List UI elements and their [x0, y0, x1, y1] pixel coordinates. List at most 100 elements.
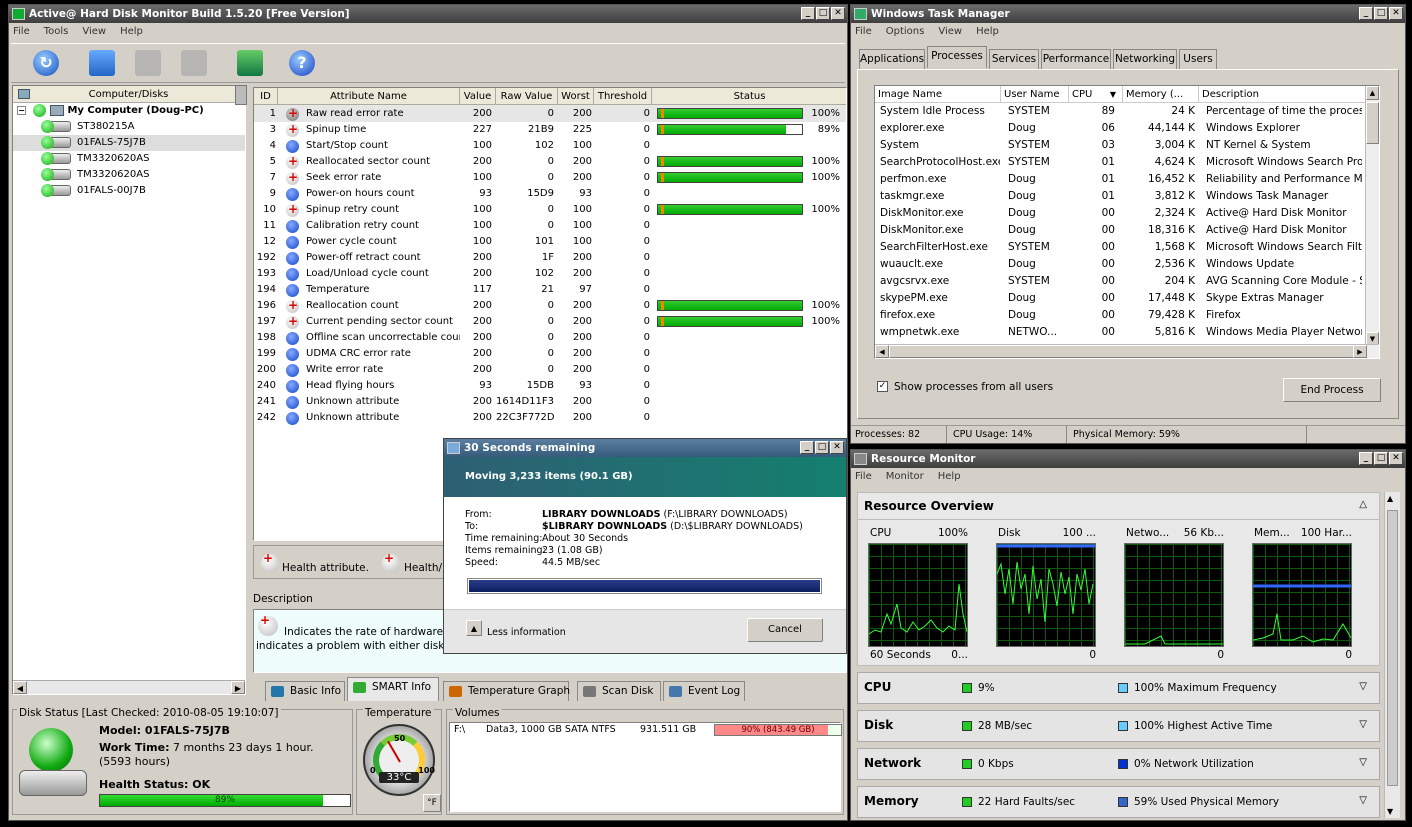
- rm-overview-header[interactable]: Resource Overview △: [857, 492, 1380, 520]
- process-row[interactable]: SearchFilterHost.exe SYSTEM 00 1,568 K Micro…: [875, 239, 1379, 256]
- smart-row[interactable]: 198 Offline scan uncorrectable count 200 0 2…: [254, 330, 846, 346]
- section-network[interactable]: Network 0 Kbps 0% Network Utilization ▽: [857, 748, 1380, 780]
- tree-header[interactable]: Computer/Disks: [13, 86, 245, 103]
- tab-networking[interactable]: Networking: [1113, 49, 1177, 69]
- show-all-label[interactable]: Show processes from all users: [894, 381, 1053, 393]
- column-header[interactable]: Attribute Name: [278, 88, 460, 105]
- scroll-up-icon[interactable]: ▲: [1366, 86, 1379, 100]
- tab-event-log[interactable]: Event Log: [663, 681, 745, 701]
- add-disk-icon[interactable]: [89, 50, 115, 76]
- menu-options[interactable]: Options: [886, 23, 925, 41]
- section-memory[interactable]: Memory 22 Hard Faults/sec 59% Used Physica…: [857, 786, 1380, 818]
- scroll-right-icon[interactable]: ▶: [1353, 345, 1367, 358]
- from-value[interactable]: LIBRARY DOWNLOADS (F:\LIBRARY DOWNLOADS): [542, 509, 803, 521]
- menu-tools[interactable]: Tools: [44, 23, 69, 41]
- expand-icon[interactable]: ▽: [1359, 719, 1367, 730]
- menu-help[interactable]: Help: [938, 468, 961, 486]
- smart-row[interactable]: 193 Load/Unload cycle count 200 102 200 0: [254, 266, 846, 282]
- process-row[interactable]: taskmgr.exe Doug 01 3,812 K Windows Task Man…: [875, 188, 1379, 205]
- column-header[interactable]: Worst: [558, 88, 594, 105]
- menu-file[interactable]: File: [855, 468, 872, 486]
- menu-file[interactable]: File: [855, 23, 872, 41]
- expand-icon[interactable]: ▽: [1359, 795, 1367, 806]
- collapse-panel-button[interactable]: [235, 85, 247, 105]
- maximize-button[interactable]: □: [1374, 7, 1388, 20]
- smart-row[interactable]: 199 UDMA CRC error rate 200 0 200 0: [254, 346, 846, 362]
- copy-titlebar[interactable]: 30 Seconds remaining _ □ ✕: [444, 439, 846, 457]
- tm-titlebar[interactable]: Windows Task Manager _ □ ✕: [851, 5, 1405, 23]
- menu-view[interactable]: View: [82, 23, 106, 41]
- tab-basic-info[interactable]: Basic Info: [265, 681, 345, 701]
- smart-row[interactable]: 7 Seek error rate 100 0 200 0 100%: [254, 170, 846, 186]
- expand-icon[interactable]: ▽: [1359, 757, 1367, 768]
- smart-row[interactable]: 192 Power-off retract count 200 1F 200 0: [254, 250, 846, 266]
- process-row[interactable]: skypePM.exe Doug 00 17,448 K Skype Extras Ma…: [875, 290, 1379, 307]
- column-header[interactable]: CPU ▼: [1069, 86, 1123, 103]
- maximize-button[interactable]: □: [815, 441, 829, 454]
- close-button[interactable]: ✕: [830, 441, 844, 454]
- scroll-left-icon[interactable]: ◀: [875, 345, 889, 358]
- rm-vscrollbar[interactable]: ▲ ▼: [1384, 492, 1400, 818]
- smart-row[interactable]: 1 Raw read error rate 200 0 200 0 100%: [254, 106, 846, 122]
- process-hscrollbar[interactable]: ◀ ▶: [875, 344, 1379, 358]
- process-row[interactable]: DiskMonitor.exe Doug 00 18,316 K Active@ Har…: [875, 222, 1379, 239]
- tab-temperature-graph[interactable]: Temperature Graph: [443, 681, 570, 701]
- scroll-thumb[interactable]: [1366, 102, 1379, 144]
- tree-disk-item[interactable]: 01FALS-75J7B: [13, 135, 245, 151]
- process-row[interactable]: avgcsrvx.exe SYSTEM 00 204 K AVG Scanning Co…: [875, 273, 1379, 290]
- minimize-button[interactable]: _: [801, 7, 815, 20]
- volume-row[interactable]: F:\ Data3, 1000 GB SATA NTFS 931.511 GB …: [450, 723, 842, 737]
- fahrenheit-button[interactable]: °F: [423, 794, 441, 812]
- tree-disk-item[interactable]: TM3320620AS: [13, 151, 245, 167]
- process-row[interactable]: perfmon.exe Doug 01 16,452 K Reliability and…: [875, 171, 1379, 188]
- process-row[interactable]: firefox.exe Doug 00 79,428 K Firefox: [875, 307, 1379, 324]
- tab-scan-disk[interactable]: Scan Disk: [577, 681, 661, 701]
- maximize-button[interactable]: □: [1374, 452, 1388, 465]
- smart-row[interactable]: 10 Spinup retry count 100 0 100 0 100%: [254, 202, 846, 218]
- hdm-titlebar[interactable]: Active@ Hard Disk Monitor Build 1.5.20 […: [9, 5, 847, 23]
- minimize-button[interactable]: _: [1359, 452, 1373, 465]
- tab-services[interactable]: Services: [989, 49, 1039, 69]
- show-all-checkbox[interactable]: ✓: [877, 381, 888, 392]
- scroll-left-icon[interactable]: ◀: [13, 681, 27, 694]
- tree-hscrollbar[interactable]: ◀ ▶: [13, 680, 245, 694]
- column-header[interactable]: Value: [460, 88, 496, 105]
- smart-row[interactable]: 240 Head flying hours 93 15DB 93 0: [254, 378, 846, 394]
- process-row[interactable]: DiskMonitor.exe Doug 00 2,324 K Active@ Hard…: [875, 205, 1379, 222]
- menu-view[interactable]: View: [938, 23, 962, 41]
- menu-help[interactable]: Help: [120, 23, 143, 41]
- scroll-down-icon[interactable]: ▼: [1387, 807, 1393, 816]
- column-header[interactable]: Description: [1199, 86, 1369, 103]
- collapse-icon[interactable]: −: [17, 106, 26, 115]
- minimize-button[interactable]: _: [1359, 7, 1373, 20]
- process-row[interactable]: System SYSTEM 03 3,004 K NT Kernel & System: [875, 137, 1379, 154]
- tree-root[interactable]: − My Computer (Doug-PC): [13, 103, 245, 119]
- process-vscrollbar[interactable]: ▲ ▼: [1365, 86, 1379, 346]
- refresh-icon[interactable]: ↻: [33, 50, 59, 76]
- smart-row[interactable]: 241 Unknown attribute 200 1614D11F3 200 0: [254, 394, 846, 410]
- column-header[interactable]: Threshold: [594, 88, 652, 105]
- smart-row[interactable]: 242 Unknown attribute 200 22C3F772D 200 0: [254, 410, 846, 426]
- rm-titlebar[interactable]: Resource Monitor _ □ ✕: [851, 450, 1405, 468]
- process-row[interactable]: wmpnetwk.exe NETWO... 00 5,816 K Windows Med…: [875, 324, 1379, 341]
- menu-help[interactable]: Help: [976, 23, 999, 41]
- menu-file[interactable]: File: [13, 23, 30, 41]
- tree-disk-item[interactable]: ST380215A: [13, 119, 245, 135]
- close-button[interactable]: ✕: [831, 7, 845, 20]
- less-info-link[interactable]: Less information: [487, 627, 566, 638]
- smart-row[interactable]: 4 Start/Stop count 100 102 100 0: [254, 138, 846, 154]
- to-value[interactable]: $LIBRARY DOWNLOADS (D:\$LIBRARY DOWNLOAD…: [542, 521, 803, 533]
- tab-processes[interactable]: Processes: [927, 46, 987, 68]
- collapse-icon[interactable]: △: [1359, 499, 1367, 510]
- tab-users[interactable]: Users: [1179, 49, 1217, 69]
- monitor-settings-icon[interactable]: [237, 50, 263, 76]
- process-row[interactable]: explorer.exe Doug 06 44,144 K Windows Explor…: [875, 120, 1379, 137]
- column-header[interactable]: Raw Value: [496, 88, 558, 105]
- disk-settings-icon[interactable]: [135, 50, 161, 76]
- help-icon[interactable]: ?: [289, 50, 315, 76]
- cancel-button[interactable]: Cancel: [747, 618, 823, 642]
- smart-row[interactable]: 5 Reallocated sector count 200 0 200 0 100%: [254, 154, 846, 170]
- minimize-button[interactable]: _: [800, 441, 814, 454]
- smart-row[interactable]: 12 Power cycle count 100 101 100 0: [254, 234, 846, 250]
- section-disk[interactable]: Disk 28 MB/sec 100% Highest Active Time ▽: [857, 710, 1380, 742]
